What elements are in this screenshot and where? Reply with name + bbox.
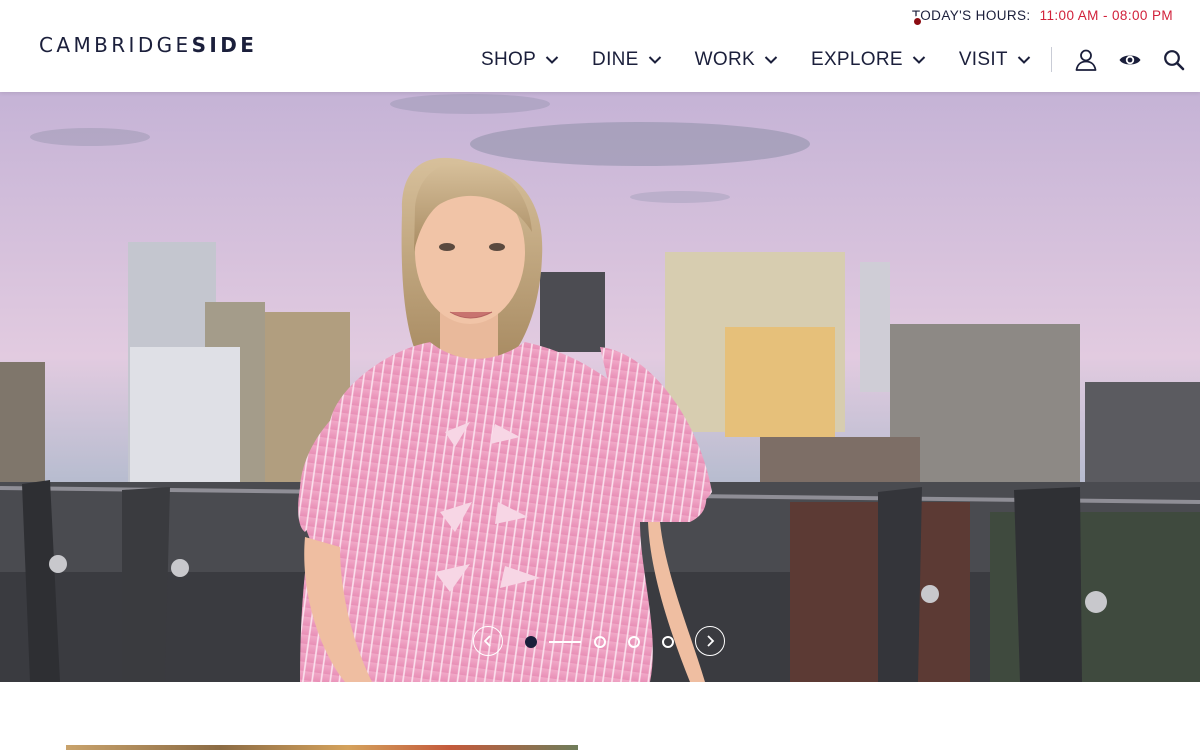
- nav-item-label: EXPLORE: [810, 49, 903, 70]
- carousel-next-button[interactable]: [695, 626, 725, 656]
- carousel-controls: [473, 626, 729, 658]
- search-icon: [1164, 50, 1185, 71]
- carousel-prev-button[interactable]: [473, 626, 503, 656]
- logo-text-light: CAMBRIDGE: [39, 33, 192, 57]
- user-icon: [1075, 49, 1097, 71]
- site-header: CAMBRIDGESIDE TODAY'S HOURS: 11:00 AM - …: [0, 0, 1200, 92]
- carousel-dot-3[interactable]: [628, 636, 640, 648]
- hours-status-dot: [911, 16, 923, 27]
- nav-divider: [1051, 47, 1052, 72]
- nav-item-label: VISIT: [958, 49, 1008, 70]
- account-button[interactable]: [1074, 48, 1098, 72]
- chevron-left-icon: [483, 635, 491, 647]
- chevron-down-icon: [545, 56, 559, 64]
- promo-image[interactable]: [66, 745, 578, 750]
- nav-item-work[interactable]: WORK: [695, 49, 778, 71]
- accessibility-button[interactable]: [1118, 48, 1142, 72]
- hours-time: 11:00 AM - 08:00 PM: [1039, 7, 1173, 23]
- nav-item-label: DINE: [592, 49, 639, 70]
- carousel-dot-1[interactable]: [525, 636, 537, 648]
- nav-item-dine[interactable]: DINE: [592, 49, 662, 71]
- hero-image: [0, 92, 1200, 682]
- main-nav: SHOP DINE WORK EXPLORE VISIT: [481, 48, 1031, 72]
- hero-carousel: [0, 92, 1200, 682]
- nav-item-label: WORK: [694, 49, 755, 70]
- nav-item-label: SHOP: [481, 49, 537, 70]
- carousel-progress-line: [549, 641, 581, 643]
- chevron-right-icon: [707, 635, 715, 647]
- cambridgeside-logo[interactable]: CAMBRIDGESIDE: [39, 33, 257, 57]
- chevron-down-icon: [912, 56, 926, 64]
- search-button[interactable]: [1162, 48, 1186, 72]
- carousel-dot-4[interactable]: [662, 636, 674, 648]
- logo-text-bold: SIDE: [191, 33, 258, 57]
- nav-item-explore[interactable]: EXPLORE: [811, 49, 926, 71]
- chevron-down-icon: [648, 56, 661, 64]
- eye-icon: [1119, 55, 1141, 65]
- chevron-down-icon: [764, 56, 778, 64]
- carousel-dot-2[interactable]: [594, 636, 606, 648]
- nav-item-shop[interactable]: SHOP: [481, 49, 559, 71]
- hours-label: TODAY'S HOURS:: [911, 7, 1031, 23]
- todays-hours: TODAY'S HOURS: 11:00 AM - 08:00 PM: [911, 6, 1173, 27]
- nav-item-visit[interactable]: VISIT: [959, 49, 1031, 71]
- chevron-down-icon: [1017, 56, 1031, 64]
